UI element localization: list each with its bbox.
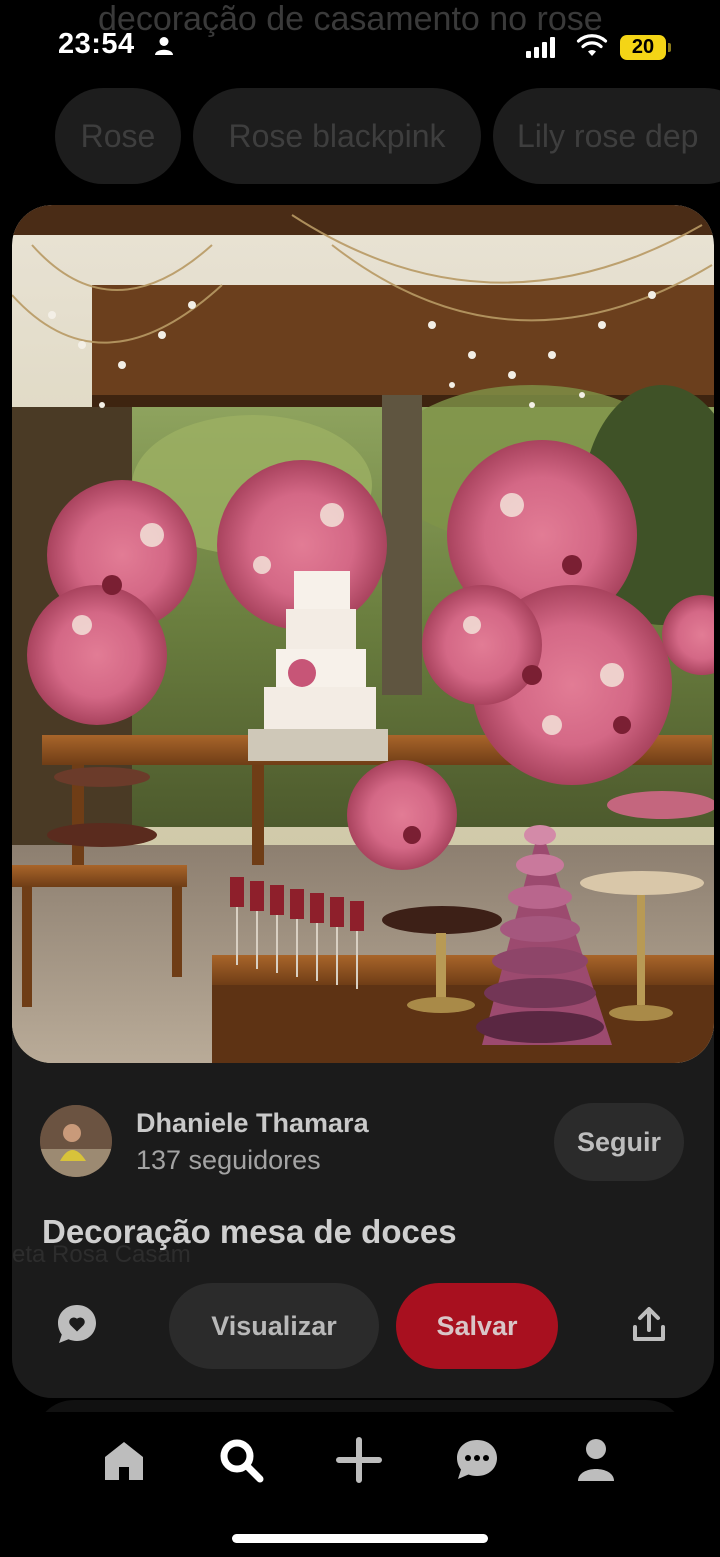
author-name[interactable]: Dhaniele Thamara [136,1108,369,1139]
home-icon [105,1442,143,1480]
wifi-icon [576,34,608,56]
chip-rose-blackpink[interactable]: Rose blackpink [193,88,481,184]
home-indicator [232,1534,488,1543]
view-button[interactable]: Visualizar [169,1283,379,1369]
person-status-icon [155,37,173,55]
profile-icon [578,1439,614,1481]
nav-create[interactable] [329,1430,389,1490]
background-search-title: decoração de casamento no rose [98,0,603,38]
author-avatar[interactable] [40,1105,112,1177]
search-icon [220,1439,264,1483]
nav-messages[interactable] [447,1430,507,1490]
pin-image[interactable] [12,205,714,1063]
chip-lily-rose[interactable]: Lily rose dep [493,88,720,184]
nav-home[interactable] [94,1430,154,1490]
related-search-chips: Rose Rose blackpink Lily rose dep [55,88,720,184]
status-time: 23:54 [58,28,135,60]
battery-indicator: 20 [620,35,666,60]
messages-icon [457,1440,497,1479]
save-button[interactable]: Salvar [396,1283,558,1369]
nav-profile[interactable] [566,1430,626,1490]
follow-button[interactable]: Seguir [554,1103,684,1181]
chip-rose[interactable]: Rose [55,88,181,184]
comment-icon[interactable] [56,1303,98,1345]
battery-nub [668,43,671,52]
pin-title: Decoração mesa de doces [42,1213,457,1250]
share-icon[interactable] [632,1307,666,1343]
nav-search[interactable] [211,1430,271,1490]
create-icon [336,1437,382,1483]
author-followers: 137 seguidores [136,1145,321,1175]
cellular-signal-icon [526,36,555,58]
pin-closeup-card: Dhaniele Thamara 137 seguidores Seguir e… [12,205,714,1398]
